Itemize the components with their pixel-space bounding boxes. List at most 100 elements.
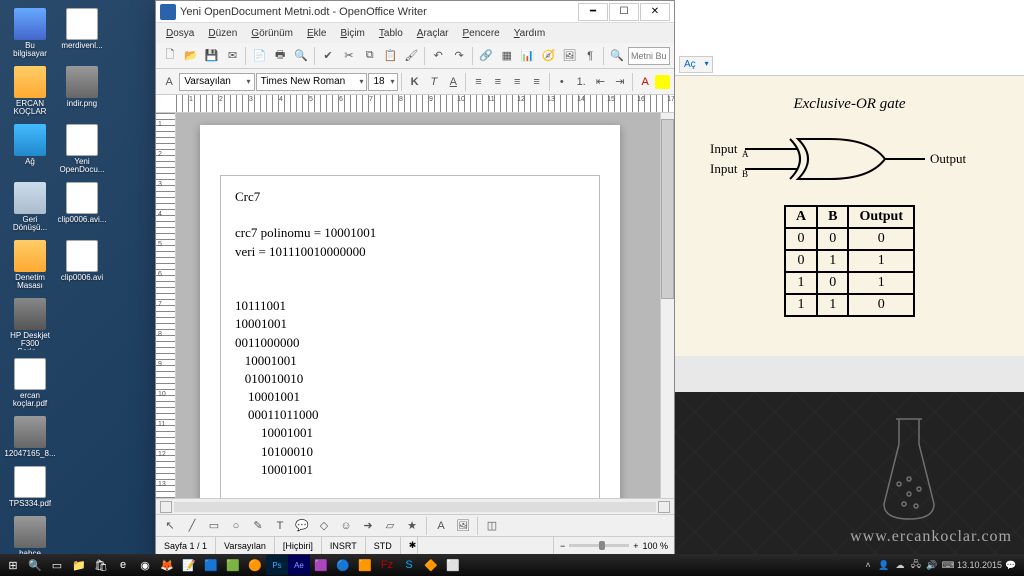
start-button[interactable]: ⊞ [2, 555, 24, 575]
desktop-icon[interactable]: clip0006.avi... [58, 180, 106, 234]
arrows-button[interactable]: ➜ [358, 516, 378, 536]
navigator-button[interactable]: 🧭 [539, 46, 559, 66]
app11-taskbar-icon[interactable]: ⬜ [442, 555, 464, 575]
taskbar-clock[interactable]: 13.10.2015 [957, 561, 1002, 570]
highlight-button[interactable] [655, 75, 670, 89]
gallery-button[interactable]: 🖼 [559, 46, 579, 66]
explorer-taskbar-icon[interactable]: 📁 [68, 555, 90, 575]
scroll-right-button[interactable] [658, 501, 670, 513]
spellcheck-button[interactable]: ✔ [318, 46, 338, 66]
document-area[interactable]: Crc7 crc7 polinomu = 10001001 veri = 101… [176, 113, 660, 498]
select-tool-button[interactable]: ↖ [160, 516, 180, 536]
align-center-button[interactable]: ≡ [489, 72, 507, 92]
paragraph-style-combo[interactable]: Varsayılan [179, 73, 254, 91]
status-selection[interactable]: STD [366, 537, 401, 554]
cut-button[interactable]: ✂ [339, 46, 359, 66]
close-button[interactable]: ✕ [640, 3, 670, 21]
text-frame[interactable]: Crc7 crc7 polinomu = 10001001 veri = 101… [220, 175, 600, 498]
menu-tablo[interactable]: Tablo [373, 26, 409, 41]
skype-taskbar-icon[interactable]: S [398, 555, 420, 575]
find-icon[interactable]: 🔍 [607, 46, 627, 66]
tray-onedrive-icon[interactable]: ☁ [893, 558, 907, 572]
filezilla-taskbar-icon[interactable]: Fz [376, 555, 398, 575]
app3-taskbar-icon[interactable]: 🟩 [222, 555, 244, 575]
taskview-button[interactable]: ▭ [46, 555, 68, 575]
tray-volume-icon[interactable]: 🔊 [925, 558, 939, 572]
app10-taskbar-icon[interactable]: 🔶 [420, 555, 442, 575]
menu-düzen[interactable]: Düzen [202, 26, 243, 41]
redo-button[interactable]: ↷ [449, 46, 469, 66]
menu-dosya[interactable]: Dosya [160, 26, 200, 41]
desktop-icon[interactable]: ERCAN KOÇLAR [6, 64, 54, 118]
desktop-icon[interactable]: Yeni OpenDocu... [58, 122, 106, 176]
app6-taskbar-icon[interactable]: 🟪 [310, 555, 332, 575]
bullets-button[interactable]: • [553, 72, 571, 92]
desktop-icon[interactable]: Ağ [6, 122, 54, 176]
notepad-taskbar-icon[interactable]: 📝 [178, 555, 200, 575]
paste-button[interactable]: 📋 [381, 46, 401, 66]
desktop-icon[interactable]: 12047165_8... [6, 414, 54, 460]
bold-button[interactable]: K [405, 72, 423, 92]
save-button[interactable]: 💾 [202, 46, 222, 66]
horizontal-ruler[interactable]: 123456789101112131415161718 [156, 95, 674, 113]
zoom-out-button[interactable]: − [560, 541, 565, 551]
ps-taskbar-icon[interactable]: Ps [266, 555, 288, 575]
desktop-icon[interactable]: merdivenl... [58, 6, 106, 60]
pdf-button[interactable]: 📄 [249, 46, 269, 66]
ae-taskbar-icon[interactable]: Ae [288, 555, 310, 575]
styles-button[interactable]: A [160, 72, 178, 92]
menu-pencere[interactable]: Pencere [456, 26, 505, 41]
desktop-icon[interactable]: Denetim Masası [6, 238, 54, 292]
italic-button[interactable]: T [425, 72, 443, 92]
font-name-combo[interactable]: Times New Roman [256, 73, 368, 91]
minimize-button[interactable]: ━ [578, 3, 608, 21]
desktop-icon[interactable]: Bu bilgisayar [6, 6, 54, 60]
app7-taskbar-icon[interactable]: 🔵 [332, 555, 354, 575]
desktop-icon[interactable]: clip0006.avi [58, 238, 106, 292]
app2-taskbar-icon[interactable]: 🟦 [200, 555, 222, 575]
desktop-icon[interactable]: TPS334.pdf [6, 464, 54, 510]
decrease-indent-button[interactable]: ⇤ [591, 72, 609, 92]
open-button[interactable]: 📂 [181, 46, 201, 66]
viewer-tab[interactable]: Aç [679, 56, 713, 73]
font-size-combo[interactable]: 18 [368, 73, 398, 91]
scroll-left-button[interactable] [160, 501, 172, 513]
new-button[interactable]: 🗋 [160, 46, 180, 66]
fontwork-button[interactable]: A [431, 516, 451, 536]
tray-lang-icon[interactable]: ⌨ [941, 558, 955, 572]
firefox-taskbar-icon[interactable]: 🦊 [156, 555, 178, 575]
zoom-level[interactable]: 100 % [642, 541, 668, 551]
zoom-slider[interactable] [569, 544, 629, 547]
status-insert[interactable]: INSRT [322, 537, 366, 554]
menu-görünüm[interactable]: Görünüm [245, 26, 299, 41]
freeform-tool-button[interactable]: ✎ [248, 516, 268, 536]
numbering-button[interactable]: 1. [572, 72, 590, 92]
store-taskbar-icon[interactable]: 🛍 [90, 555, 112, 575]
vertical-scrollbar[interactable] [660, 113, 674, 498]
symbol-shapes-button[interactable]: ☺ [336, 516, 356, 536]
notifications-icon[interactable]: 💬 [1004, 558, 1018, 572]
vertical-ruler[interactable]: 12345678910111213141516 [156, 113, 176, 498]
desktop-icon[interactable]: ercan koçlar.pdf [6, 356, 54, 410]
align-left-button[interactable]: ≡ [469, 72, 487, 92]
format-paint-button[interactable]: 🖌 [401, 46, 421, 66]
from-file-button[interactable]: 🖼 [453, 516, 473, 536]
menu-yardım[interactable]: Yardım [508, 26, 552, 41]
tray-network-icon[interactable]: 🖧 [909, 558, 923, 572]
table-button[interactable]: ▦ [497, 46, 517, 66]
undo-button[interactable]: ↶ [428, 46, 448, 66]
align-right-button[interactable]: ≡ [508, 72, 526, 92]
blender-taskbar-icon[interactable]: 🟠 [244, 555, 266, 575]
copy-button[interactable]: ⧉ [360, 46, 380, 66]
horizontal-scrollbar[interactable] [174, 502, 656, 512]
justify-button[interactable]: ≡ [527, 72, 545, 92]
underline-button[interactable]: A [444, 72, 462, 92]
chrome-taskbar-icon[interactable]: ◉ [134, 555, 156, 575]
increase-indent-button[interactable]: ⇥ [611, 72, 629, 92]
rect-tool-button[interactable]: ▭ [204, 516, 224, 536]
font-color-button[interactable]: A [636, 72, 654, 92]
app8-taskbar-icon[interactable]: 🟧 [354, 555, 376, 575]
desktop-icon[interactable]: Geri Dönüşü... [6, 180, 54, 234]
menu-ekle[interactable]: Ekle [301, 26, 332, 41]
find-input[interactable] [628, 47, 670, 65]
